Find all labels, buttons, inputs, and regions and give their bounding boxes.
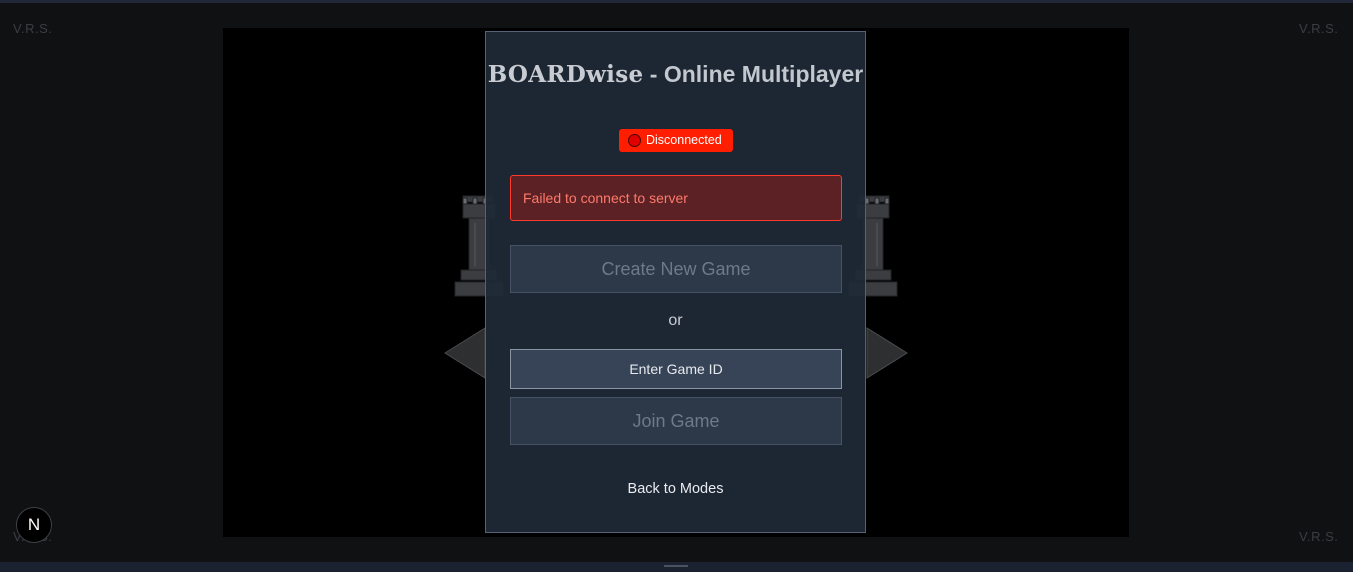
create-game-button-label: Create New Game	[601, 259, 751, 279]
game-id-input[interactable]	[510, 349, 842, 389]
watermark-top-left: V.R.S.	[13, 21, 53, 36]
join-game-button[interactable]: Join Game	[510, 397, 842, 445]
connection-status-badge: Disconnected	[619, 129, 733, 152]
board-wing-right-icon	[866, 327, 908, 379]
back-to-modes-link[interactable]: Back to Modes	[486, 481, 865, 497]
watermark-top-right: V.R.S.	[1299, 21, 1339, 36]
create-game-button[interactable]: Create New Game	[510, 245, 842, 293]
or-separator: or	[668, 312, 683, 329]
error-message: Failed to connect to server	[523, 190, 688, 206]
join-game-button-label: Join Game	[632, 411, 720, 431]
watermark-bottom-right: V.R.S.	[1299, 529, 1339, 544]
nextjs-logo-letter: N	[27, 515, 41, 534]
bottom-window-edge	[0, 562, 1353, 572]
brand-name: BOARDwise	[487, 61, 644, 88]
status-dot-icon	[628, 134, 641, 147]
board-wing-left-icon	[444, 327, 486, 379]
resize-handle[interactable]	[664, 565, 688, 567]
dialog-title: BOARDwise - Online Multiplayer	[486, 58, 865, 91]
online-multiplayer-dialog: BOARDwise - Online Multiplayer Disconnec…	[485, 31, 866, 533]
connection-status-label: Disconnected	[646, 133, 722, 147]
error-alert: Failed to connect to server	[510, 175, 842, 221]
dialog-title-text: - Online Multiplayer	[643, 61, 864, 87]
top-window-edge	[0, 0, 1353, 3]
nextjs-dev-indicator-icon[interactable]: N	[16, 507, 52, 543]
